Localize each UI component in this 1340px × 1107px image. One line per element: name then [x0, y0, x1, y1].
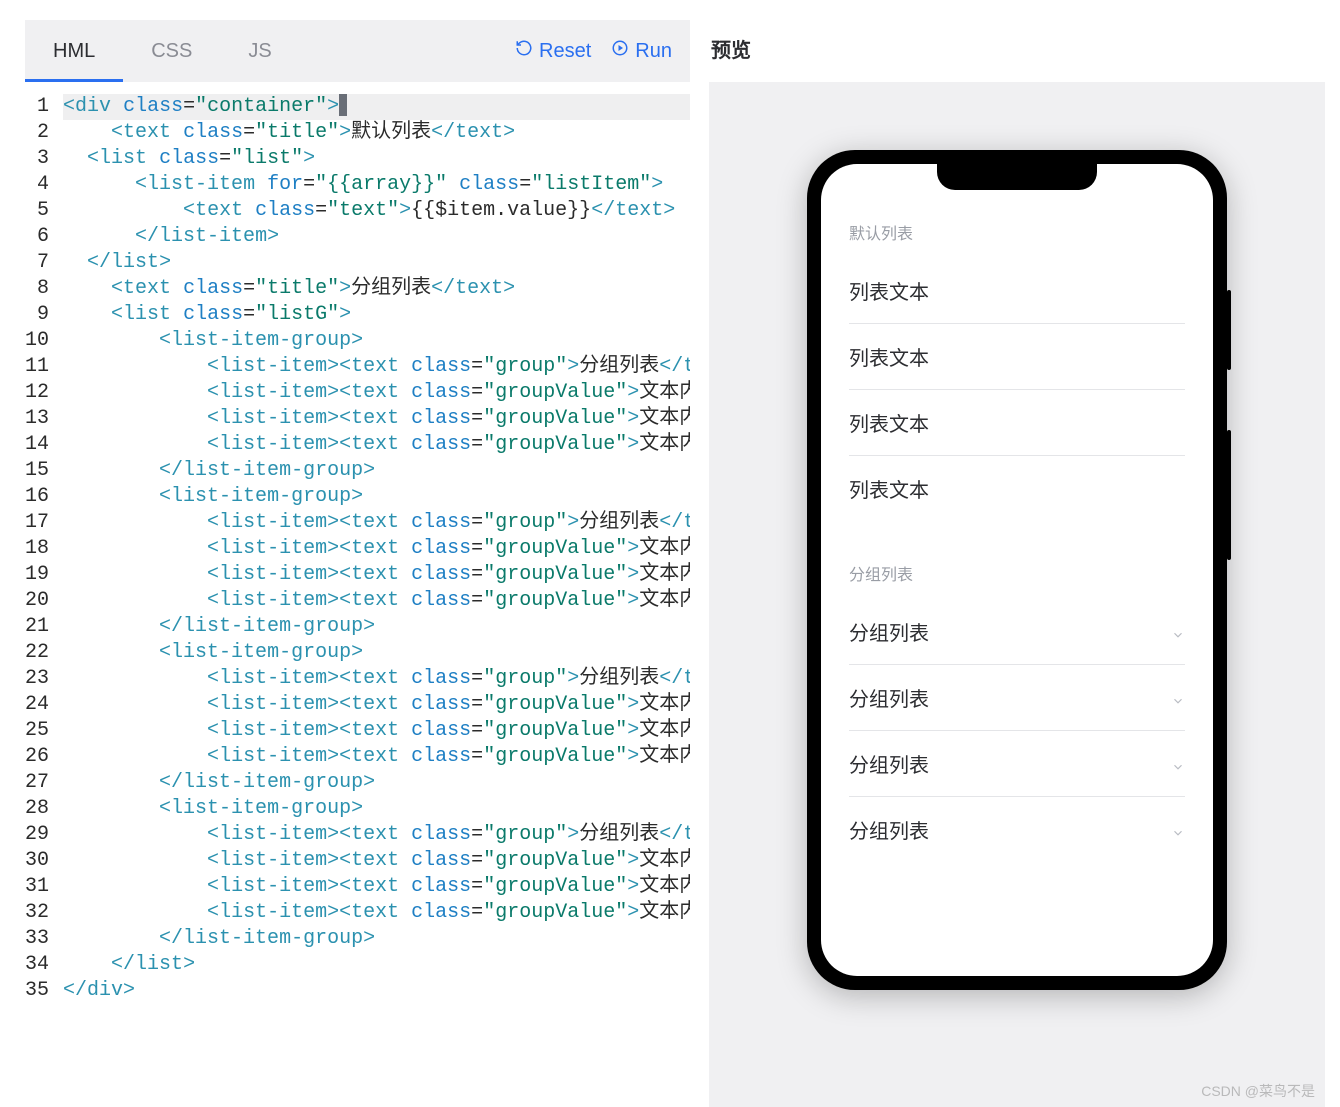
phone-notch	[937, 164, 1097, 190]
run-button[interactable]: Run	[611, 39, 672, 63]
group-item[interactable]: 分组列表	[849, 797, 1185, 862]
phone-frame: 默认列表 列表文本 列表文本 列表文本 列表文本 分组列表 分组列表	[807, 150, 1227, 990]
run-icon	[611, 39, 629, 63]
chevron-down-icon	[1171, 691, 1185, 705]
phone-screen: 默认列表 列表文本 列表文本 列表文本 列表文本 分组列表 分组列表	[821, 164, 1213, 976]
code-editor[interactable]: 1234567891011121314151617181920212223242…	[25, 82, 690, 1107]
group-item-label: 分组列表	[849, 617, 929, 646]
reset-label: Reset	[539, 40, 591, 63]
preview-label: 预览	[709, 20, 1325, 82]
list-item[interactable]: 列表文本	[849, 258, 1185, 324]
reset-icon	[515, 39, 533, 63]
code-body[interactable]: <div class="container"> <text class="tit…	[63, 86, 690, 1107]
editor-pane: HML CSS JS Reset Run 1234567891	[25, 20, 691, 1107]
group-item-label: 分组列表	[849, 749, 929, 778]
list-item-label: 列表文本	[849, 342, 929, 371]
chevron-down-icon	[1171, 625, 1185, 639]
default-list: 列表文本 列表文本 列表文本 列表文本	[849, 258, 1185, 521]
watermark: CSDN @菜鸟不是	[1201, 1081, 1315, 1101]
reset-button[interactable]: Reset	[515, 39, 591, 63]
group-item[interactable]: 分组列表	[849, 599, 1185, 665]
group-list: 分组列表 分组列表 分组列表 分组列表	[849, 599, 1185, 862]
list-item[interactable]: 列表文本	[849, 324, 1185, 390]
app-root: HML CSS JS Reset Run 1234567891	[0, 0, 1340, 1107]
list-item[interactable]: 列表文本	[849, 456, 1185, 521]
group-item-label: 分组列表	[849, 815, 929, 844]
tab-hml[interactable]: HML	[25, 20, 123, 82]
line-gutter: 1234567891011121314151617181920212223242…	[25, 86, 63, 1107]
section-title-group: 分组列表	[849, 545, 1185, 599]
list-item-label: 列表文本	[849, 474, 929, 503]
group-item-label: 分组列表	[849, 683, 929, 712]
preview-pane: 预览 默认列表 列表文本 列表文本 列表文本 列表文本 分组列表 分组列表	[691, 20, 1325, 1107]
chevron-down-icon	[1171, 757, 1185, 771]
chevron-down-icon	[1171, 823, 1185, 837]
tab-actions: Reset Run	[515, 39, 690, 63]
group-item[interactable]: 分组列表	[849, 665, 1185, 731]
run-label: Run	[635, 40, 672, 63]
tab-js[interactable]: JS	[220, 20, 299, 82]
tab-css[interactable]: CSS	[123, 20, 220, 82]
list-item-label: 列表文本	[849, 276, 929, 305]
list-item[interactable]: 列表文本	[849, 390, 1185, 456]
group-item[interactable]: 分组列表	[849, 731, 1185, 797]
preview-stage: 默认列表 列表文本 列表文本 列表文本 列表文本 分组列表 分组列表	[709, 82, 1325, 1107]
section-title-default: 默认列表	[849, 204, 1185, 258]
editor-tabs: HML CSS JS Reset Run	[25, 20, 690, 82]
list-item-label: 列表文本	[849, 408, 929, 437]
